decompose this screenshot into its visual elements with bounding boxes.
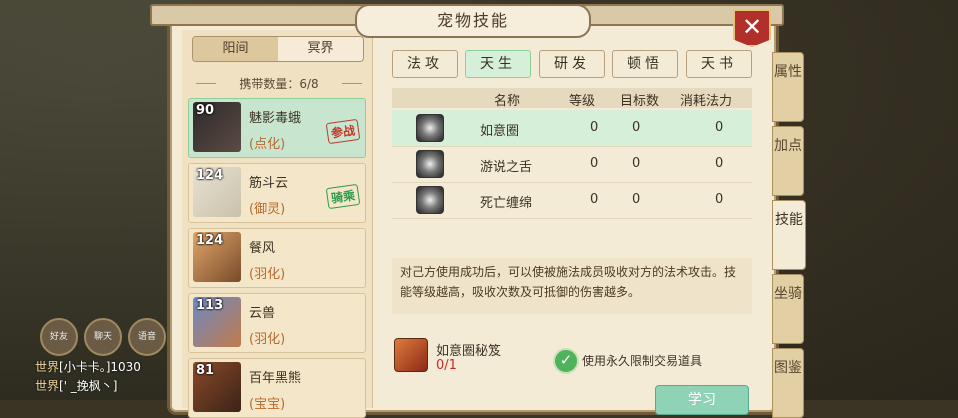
tab-magic-attack[interactable]: 法攻 xyxy=(392,50,458,78)
skill-icon xyxy=(416,114,444,142)
skill-level: 0 xyxy=(590,120,599,135)
side-tab-skills[interactable]: 技能 xyxy=(772,200,806,270)
voice-button[interactable]: 语音 xyxy=(128,318,166,356)
skill-table: 名称 等级 目标数 消耗法力 如意圈 0 0 0 游说之舌 0 0 0 死亡缠绵… xyxy=(392,88,752,219)
skill-book-name: 如意圈秘笈 xyxy=(436,344,502,359)
pet-item[interactable]: 124 筋斗云 (御灵) 骑乘 xyxy=(188,163,366,223)
pet-level: 124 xyxy=(196,168,224,183)
pet-item[interactable]: 124 餐风 (羽化) xyxy=(188,228,366,288)
carry-count: 携带数量：6/8 xyxy=(196,75,362,92)
friends-button[interactable]: 好友 xyxy=(40,318,78,356)
skill-targets: 0 xyxy=(632,120,641,135)
close-button[interactable]: ✕ xyxy=(733,9,771,47)
side-tab-codex[interactable]: 图鉴 xyxy=(772,348,804,418)
skill-name: 游说之舌 xyxy=(480,160,533,175)
pet-level: 81 xyxy=(196,363,215,378)
skill-level: 0 xyxy=(590,192,599,207)
pet-level: 113 xyxy=(196,298,224,313)
col-level: 等级 xyxy=(569,94,596,109)
pet-item[interactable]: 113 云兽 (羽化) xyxy=(188,293,366,353)
pet-type: (羽化) xyxy=(249,267,286,282)
tab-innate[interactable]: 天生 xyxy=(465,50,531,78)
learn-button[interactable]: 学习 xyxy=(655,385,749,415)
pet-type: (宝宝) xyxy=(249,397,286,412)
chat-line: 世界[小卡卡。]1030 xyxy=(35,360,141,374)
pet-type: (羽化) xyxy=(249,332,286,347)
realm-switch: 阳间 冥界 xyxy=(192,36,364,62)
pet-name: 筋斗云 xyxy=(249,176,289,191)
battle-stamp: 参战 xyxy=(325,118,361,145)
pet-name: 魅影毒蛾 xyxy=(249,111,302,126)
side-tab-mount[interactable]: 坐骑 xyxy=(772,274,804,344)
pet-name: 云兽 xyxy=(249,306,276,321)
ride-stamp: 骑乘 xyxy=(325,183,361,210)
skill-mana: 0 xyxy=(715,120,724,135)
window-title: 宠物技能 xyxy=(355,4,591,38)
pet-type: (点化) xyxy=(249,137,286,152)
skill-book-icon[interactable] xyxy=(394,338,428,372)
skill-targets: 0 xyxy=(632,156,641,171)
skill-category-tabs: 法攻 天生 研发 顿悟 天书 xyxy=(392,50,752,78)
col-targets: 目标数 xyxy=(620,94,660,109)
pet-type: (御灵) xyxy=(249,202,286,217)
pet-name: 百年黑熊 xyxy=(249,371,302,386)
col-mana: 消耗法力 xyxy=(680,94,733,109)
realm-tab-ming[interactable]: 冥界 xyxy=(278,37,363,61)
tab-enlighten[interactable]: 顿悟 xyxy=(612,50,678,78)
col-name: 名称 xyxy=(494,94,521,109)
skill-icon xyxy=(416,186,444,214)
pet-item[interactable]: 81 百年黑熊 (宝宝) xyxy=(188,358,366,418)
table-row[interactable]: 如意圈 0 0 0 xyxy=(392,110,752,147)
pet-item[interactable]: 90 魅影毒蛾 (点化) 参战 xyxy=(188,98,366,158)
checkmark-icon[interactable]: ✓ xyxy=(553,348,579,374)
chat-button[interactable]: 聊天 xyxy=(84,318,122,356)
use-permanent-item-label: 使用永久限制交易道具 xyxy=(582,354,703,368)
pet-level: 90 xyxy=(196,103,215,118)
skill-icon xyxy=(416,150,444,178)
tab-research[interactable]: 研发 xyxy=(539,50,605,78)
chat-line: 世界[' _挽枫丶] xyxy=(35,379,118,393)
pet-name: 餐风 xyxy=(249,241,276,256)
pet-level: 124 xyxy=(196,233,224,248)
skill-name: 死亡缠绵 xyxy=(480,196,533,211)
table-header: 名称 等级 目标数 消耗法力 xyxy=(392,88,752,109)
skill-book-count: 0/1 xyxy=(436,358,457,373)
skill-description: 对己方使用成功后，可以使被施法成员吸收对方的法术攻击。技能等级越高，吸收次数及可… xyxy=(392,258,752,314)
skill-mana: 0 xyxy=(715,192,724,207)
skill-name: 如意圈 xyxy=(480,124,520,139)
side-tab-points[interactable]: 加点 xyxy=(772,126,804,196)
realm-tab-yang[interactable]: 阳间 xyxy=(193,37,278,61)
side-tab-attributes[interactable]: 属性 xyxy=(772,52,804,122)
skill-level: 0 xyxy=(590,156,599,171)
skill-targets: 0 xyxy=(632,192,641,207)
tab-heavenly-book[interactable]: 天书 xyxy=(686,50,752,78)
table-row[interactable]: 死亡缠绵 0 0 0 xyxy=(392,182,752,219)
skill-mana: 0 xyxy=(715,156,724,171)
table-row[interactable]: 游说之舌 0 0 0 xyxy=(392,146,752,183)
